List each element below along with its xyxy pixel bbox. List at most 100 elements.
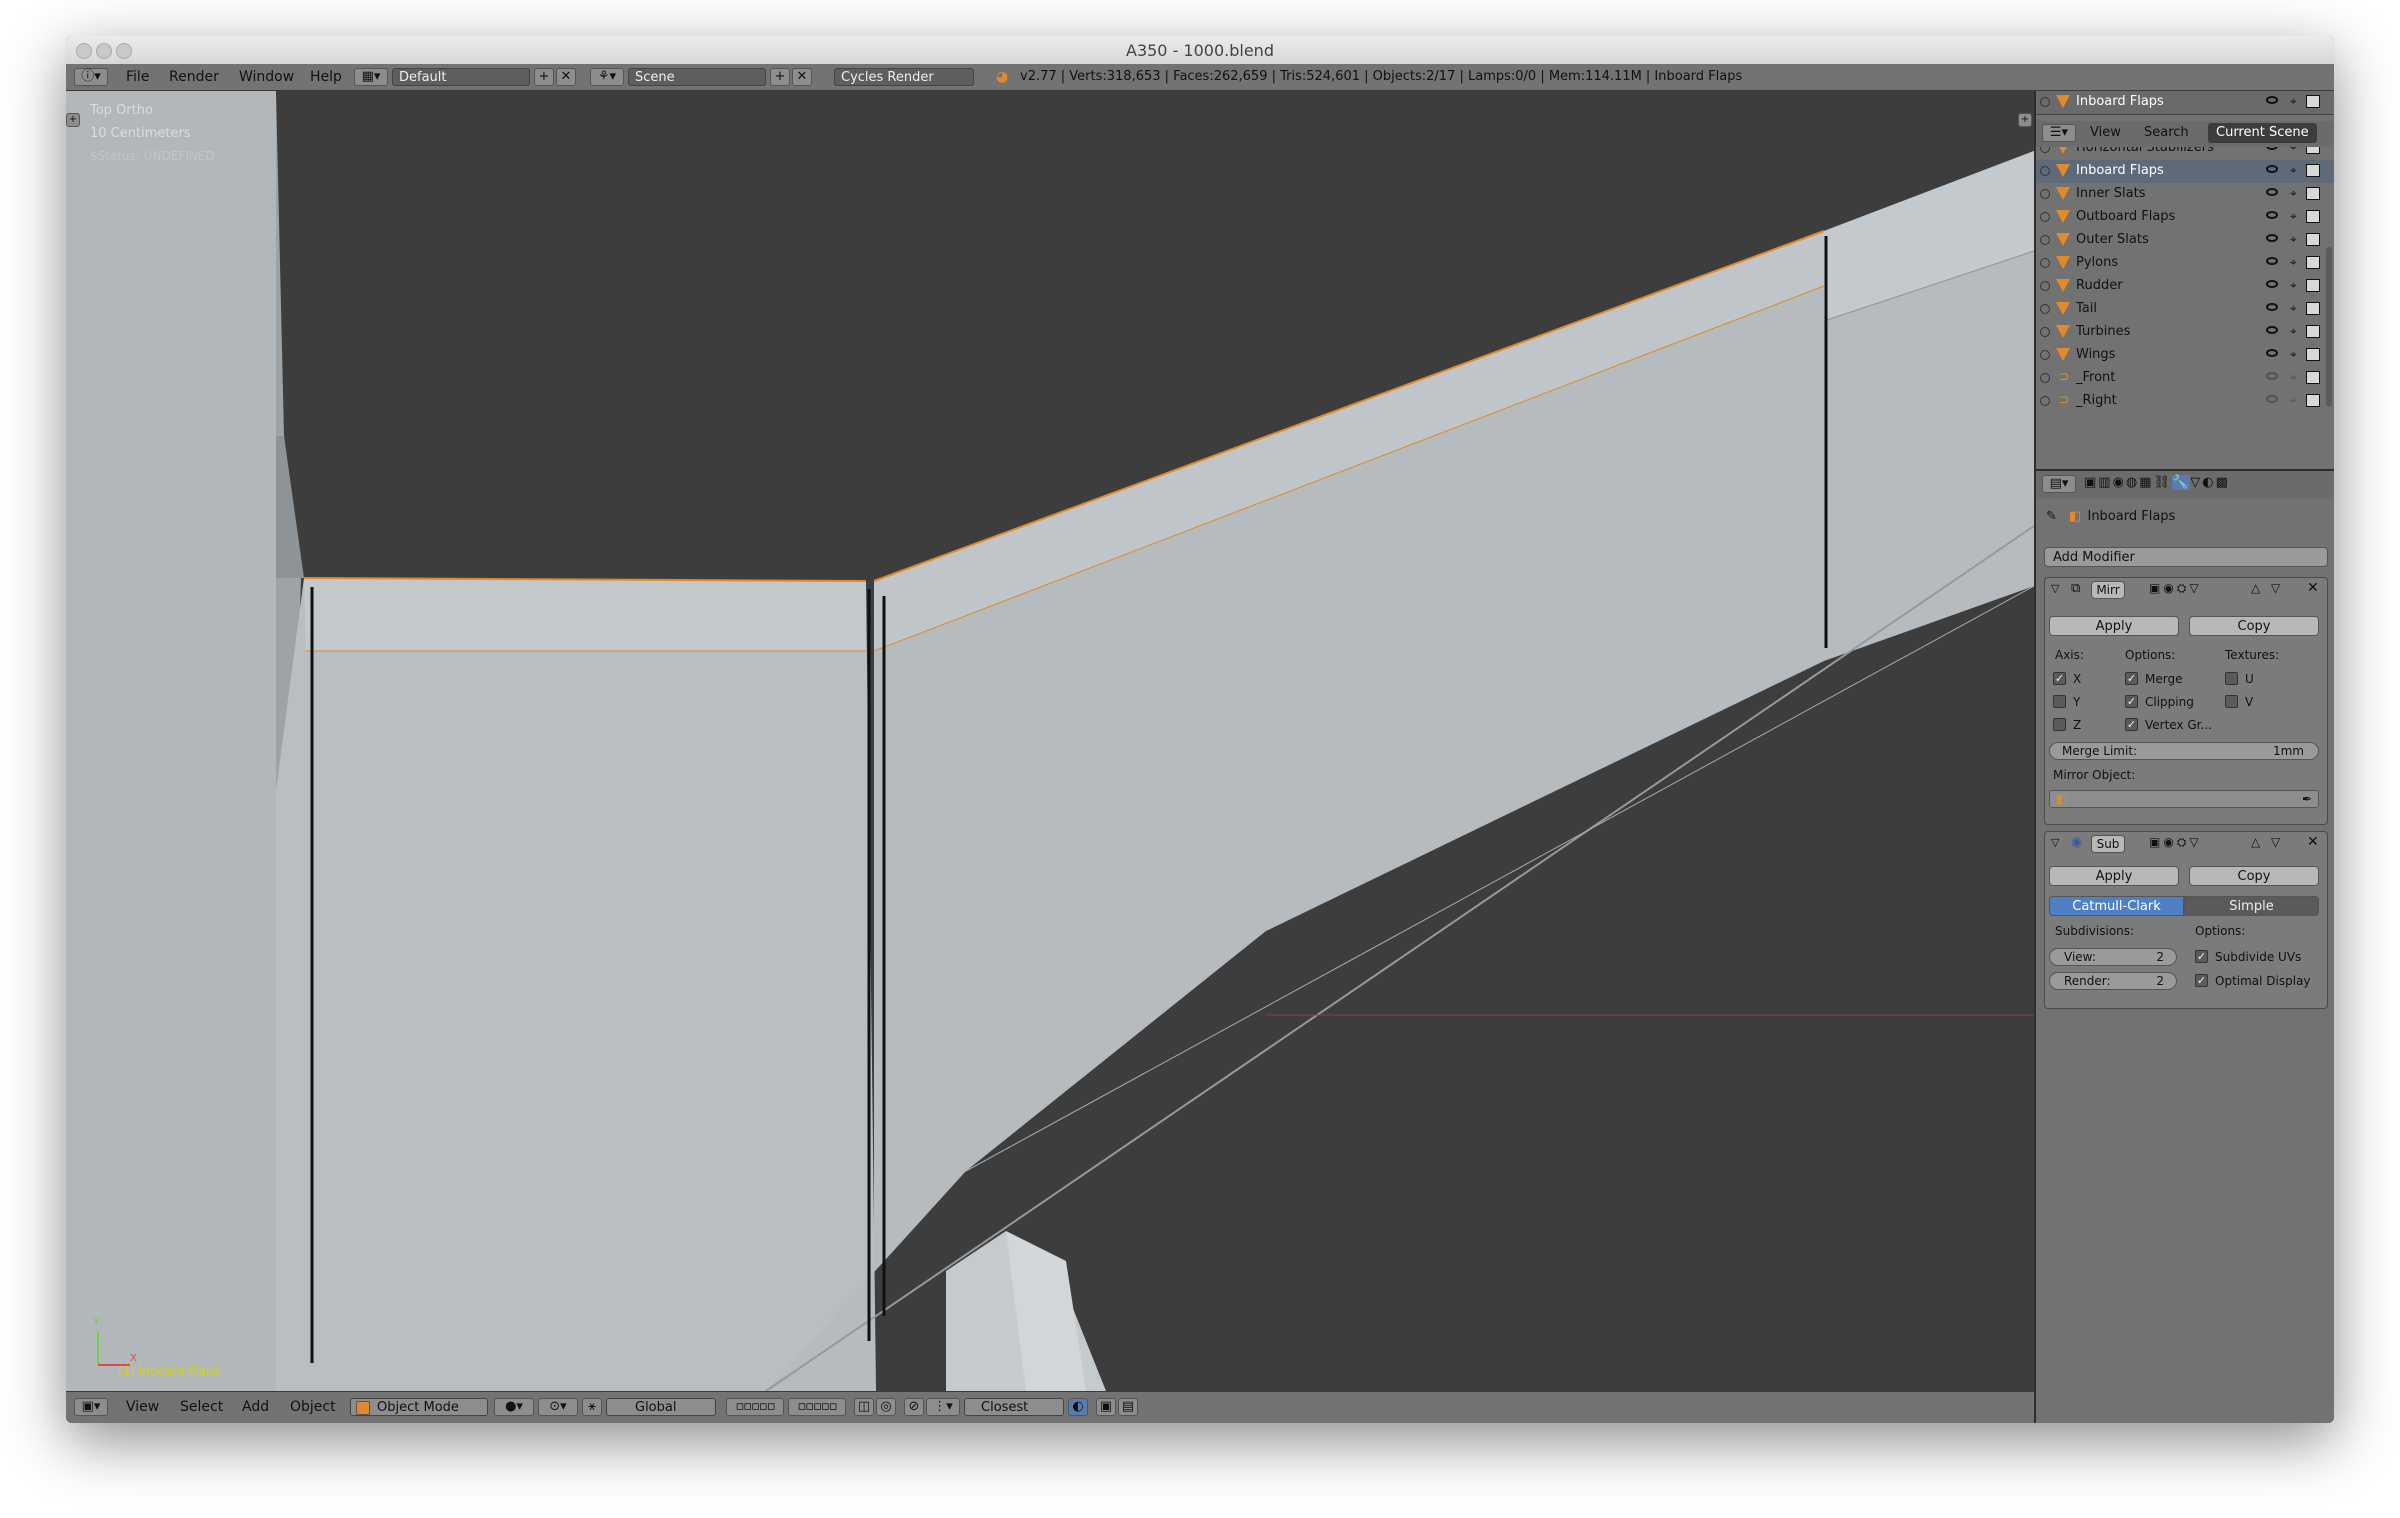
modifier-visibility-icons[interactable]: ▣◉⛭▽: [2149, 581, 2202, 596]
selectable-icon[interactable]: ⌖: [2290, 147, 2297, 155]
axis-x-checkbox[interactable]: ✓: [2053, 672, 2066, 685]
expand-icon[interactable]: [2040, 166, 2050, 176]
renderable-icon[interactable]: [2306, 147, 2320, 154]
menu-view[interactable]: View: [126, 1392, 159, 1422]
texture-u-checkbox[interactable]: [2225, 672, 2238, 685]
expand-icon[interactable]: [2040, 373, 2050, 383]
selectable-icon[interactable]: ⌖: [2290, 324, 2297, 339]
menu-help[interactable]: Help: [310, 64, 342, 90]
clipping-checkbox[interactable]: ✓: [2125, 695, 2138, 708]
axis-z-checkbox[interactable]: [2053, 718, 2066, 731]
renderable-icon[interactable]: [2306, 95, 2320, 108]
menu-window[interactable]: Window: [239, 64, 294, 90]
add-modifier-dropdown[interactable]: Add Modifier: [2044, 547, 2328, 567]
viewport-shading-icon[interactable]: ●▾: [494, 1398, 534, 1416]
menu-file[interactable]: File: [126, 64, 149, 90]
collapse-icon[interactable]: ▽: [2051, 836, 2059, 849]
selectable-icon[interactable]: ⌖: [2290, 301, 2297, 316]
subsurf-apply-button[interactable]: Apply: [2049, 866, 2179, 886]
selectable-icon[interactable]: ⌖: [2290, 278, 2297, 293]
mirror-modifier-name[interactable]: Mirr: [2091, 581, 2125, 599]
selectable-icon[interactable]: ⌖: [2290, 347, 2297, 362]
render-preview-icon[interactable]: ◐: [1068, 1398, 1088, 1416]
expand-icon[interactable]: [2040, 304, 2050, 314]
visibility-icon[interactable]: [2266, 96, 2278, 104]
outliner-tab-current-scene[interactable]: Current Scene: [2208, 123, 2317, 143]
snap-target-dropdown[interactable]: Closest: [964, 1398, 1064, 1416]
visibility-icon[interactable]: [2266, 326, 2278, 334]
outliner-item[interactable]: Tail ⌖: [2036, 298, 2334, 321]
outliner-item[interactable]: Horizontal Stabilizers ⌖: [2036, 147, 2334, 160]
selectable-icon[interactable]: ⌖: [2290, 370, 2297, 385]
renderable-icon[interactable]: [2306, 233, 2320, 246]
expand-icon[interactable]: [2040, 258, 2050, 268]
expand-icon[interactable]: [2040, 212, 2050, 222]
renderable-icon[interactable]: [2306, 394, 2320, 407]
visibility-icon[interactable]: [2266, 395, 2278, 403]
visibility-icon[interactable]: [2266, 349, 2278, 357]
expand-icon[interactable]: [2040, 350, 2050, 360]
view-levels-field[interactable]: View: 2: [2049, 948, 2177, 966]
interaction-mode-dropdown[interactable]: Object Mode: [350, 1398, 488, 1416]
visibility-icon[interactable]: [2266, 257, 2278, 265]
snap-element-icon[interactable]: ⋮▾: [926, 1398, 960, 1416]
visibility-icon[interactable]: [2266, 211, 2278, 219]
selectable-icon[interactable]: ⌖: [2290, 94, 2297, 109]
visibility-icon[interactable]: [2266, 147, 2278, 150]
move-down-icon[interactable]: ▽: [2271, 835, 2280, 849]
subdivide-uvs-checkbox[interactable]: ✓: [2195, 950, 2208, 963]
menu-object[interactable]: Object: [290, 1392, 336, 1422]
move-down-icon[interactable]: ▽: [2271, 581, 2280, 595]
merge-checkbox[interactable]: ✓: [2125, 672, 2138, 685]
screen-layout-icon[interactable]: ▦▾: [354, 68, 388, 86]
vertex-groups-checkbox[interactable]: ✓: [2125, 718, 2138, 731]
selectable-icon[interactable]: ⌖: [2290, 209, 2297, 224]
renderable-icon[interactable]: [2306, 348, 2320, 361]
renderable-icon[interactable]: [2306, 279, 2320, 292]
lock-camera-icon[interactable]: ◫: [854, 1398, 874, 1416]
visibility-icon[interactable]: [2266, 280, 2278, 288]
menu-select[interactable]: Select: [180, 1392, 223, 1422]
renderable-icon[interactable]: [2306, 187, 2320, 200]
renderable-icon[interactable]: [2306, 210, 2320, 223]
render-animation-icon[interactable]: ▤: [1118, 1398, 1138, 1416]
layers-row-2[interactable]: ▫▫▫▫▫: [788, 1398, 846, 1416]
eyedropper-icon[interactable]: ✒: [2302, 791, 2312, 807]
outliner-scrollbar[interactable]: [2326, 247, 2332, 407]
axis-y-checkbox[interactable]: [2053, 695, 2066, 708]
outliner-item-selected[interactable]: Inboard Flaps ⌖: [2036, 160, 2334, 183]
pivot-point-icon[interactable]: ⊙▾: [538, 1398, 578, 1416]
visibility-icon[interactable]: [2266, 234, 2278, 242]
pin-icon[interactable]: ✎: [2046, 509, 2057, 524]
editor-type-3d-icon[interactable]: ▣▾: [74, 1398, 108, 1416]
layers-row-1[interactable]: ▫▫▫▫▫: [726, 1398, 784, 1416]
scene-dropdown[interactable]: Scene: [628, 68, 766, 86]
outliner-tab-view[interactable]: View: [2082, 123, 2129, 143]
3d-viewport[interactable]: + + Top Ortho 10 Centimeters $Status: UN…: [66, 91, 2034, 1391]
texture-v-checkbox[interactable]: [2225, 695, 2238, 708]
move-up-icon[interactable]: △: [2251, 581, 2260, 595]
visibility-icon[interactable]: [2266, 165, 2278, 173]
collapse-icon[interactable]: ▽: [2051, 582, 2059, 595]
snap-toggle-icon[interactable]: ⊘: [904, 1398, 924, 1416]
outliner-item[interactable]: Wings ⌖: [2036, 344, 2334, 367]
render-engine-dropdown[interactable]: Cycles Render: [834, 68, 974, 86]
mirror-object-field[interactable]: ◧ ✒: [2049, 790, 2319, 808]
mirror-apply-button[interactable]: Apply: [2049, 616, 2179, 636]
remove-modifier-icon[interactable]: ✕: [2307, 834, 2319, 850]
scene-icon[interactable]: ⚘▾: [590, 68, 624, 86]
selectable-icon[interactable]: ⌖: [2290, 393, 2297, 408]
outliner-item[interactable]: ⊃ _Front ⌖: [2036, 367, 2334, 390]
merge-limit-field[interactable]: Merge Limit: 1mm: [2049, 742, 2319, 760]
expand-icon[interactable]: [2040, 281, 2050, 291]
subsurf-copy-button[interactable]: Copy: [2189, 866, 2319, 886]
menu-render[interactable]: Render: [169, 64, 219, 90]
expand-icon[interactable]: [2040, 327, 2050, 337]
add-screen-icon[interactable]: +: [534, 68, 554, 86]
catmull-clark-button[interactable]: Catmull-Clark: [2049, 896, 2184, 916]
renderable-icon[interactable]: [2306, 325, 2320, 338]
outliner-active-row[interactable]: Inboard Flaps ⌖: [2036, 91, 2334, 115]
move-up-icon[interactable]: △: [2251, 835, 2260, 849]
mirror-copy-button[interactable]: Copy: [2189, 616, 2319, 636]
proportional-edit-icon[interactable]: ◎: [876, 1398, 896, 1416]
